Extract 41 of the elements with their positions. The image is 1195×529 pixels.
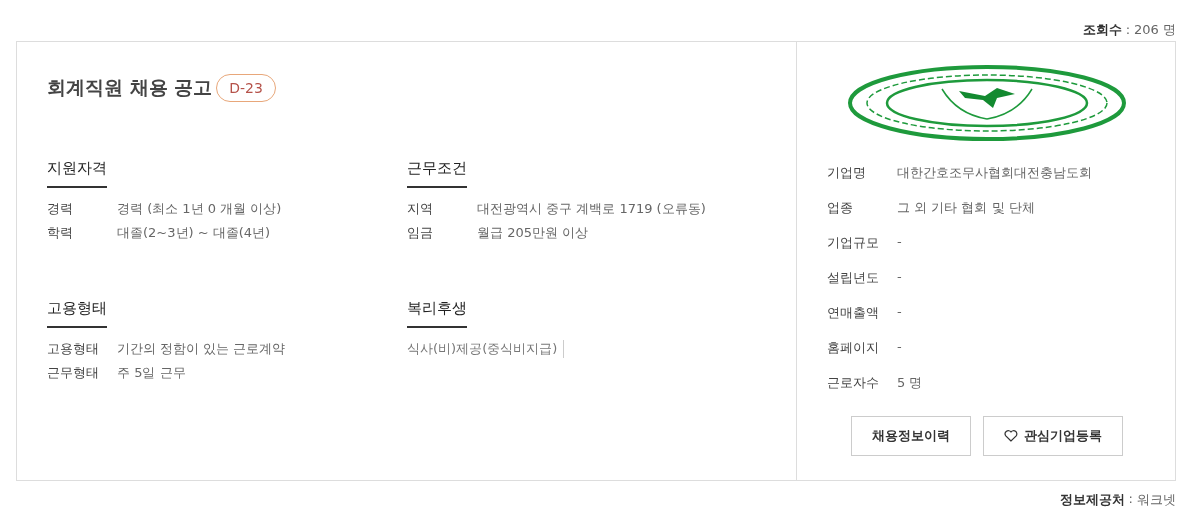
field-value: 경력 (최소 1년 0 개월 이상): [117, 200, 282, 218]
field-value: 주 5일 근무: [117, 364, 186, 382]
field-label: 고용형태: [47, 340, 100, 358]
section-title: 복리후생: [407, 299, 467, 328]
company-field-label: 기업규모: [827, 234, 880, 252]
history-button[interactable]: 채용정보이력: [851, 416, 971, 456]
section-title: 근무조건: [407, 159, 467, 188]
company-field-label: 업종: [827, 199, 854, 217]
field-value: 월급 205만원 이상: [477, 224, 589, 242]
company-field-value: 그 외 기타 협회 및 단체: [897, 199, 1035, 217]
separator: :: [1128, 491, 1133, 508]
source-value: 워크넷: [1137, 491, 1176, 509]
field-value: 대졸(2~3년) ~ 대졸(4년): [117, 224, 271, 242]
section-title: 지원자격: [47, 159, 107, 188]
view-count-label: 조회수: [1082, 20, 1122, 39]
field-value: 대전광역시 중구 계백로 1719 (오류동): [477, 200, 706, 218]
heart-icon: [1004, 430, 1018, 442]
company-field-value: -: [897, 234, 902, 251]
view-count: 206 명: [1134, 20, 1176, 39]
company-field-value: -: [897, 304, 902, 321]
field-label: 학력: [47, 224, 74, 242]
field-label: 지역: [407, 200, 434, 218]
benefit-tag: 식사(비)제공(중식비지급): [407, 340, 565, 358]
section-title: 고용형태: [47, 299, 107, 328]
company-field-label: 홈페이지: [827, 339, 880, 357]
field-label: 경력: [47, 200, 74, 218]
separator: :: [1125, 22, 1131, 37]
company-field-value: 5 명: [897, 374, 923, 392]
favorite-company-button[interactable]: 관심기업등록: [983, 416, 1123, 456]
company-field-label: 기업명: [827, 164, 867, 182]
company-field-label: 근로자수: [827, 374, 880, 392]
company-field-label: 연매출액: [827, 304, 880, 322]
company-field-value: -: [897, 269, 902, 286]
field-label: 근무형태: [47, 364, 100, 382]
field-value: 기간의 정함이 있는 근로계약: [117, 340, 286, 358]
source-label: 정보제공처: [1059, 491, 1125, 509]
company-field-label: 설립년도: [827, 269, 880, 287]
company-field-value: -: [897, 339, 902, 356]
job-title: 회계직원 채용 공고: [47, 75, 213, 100]
company-field-value: 대한간호조무사협회대전충남도회: [897, 164, 1092, 182]
field-label: 임금: [407, 224, 434, 242]
